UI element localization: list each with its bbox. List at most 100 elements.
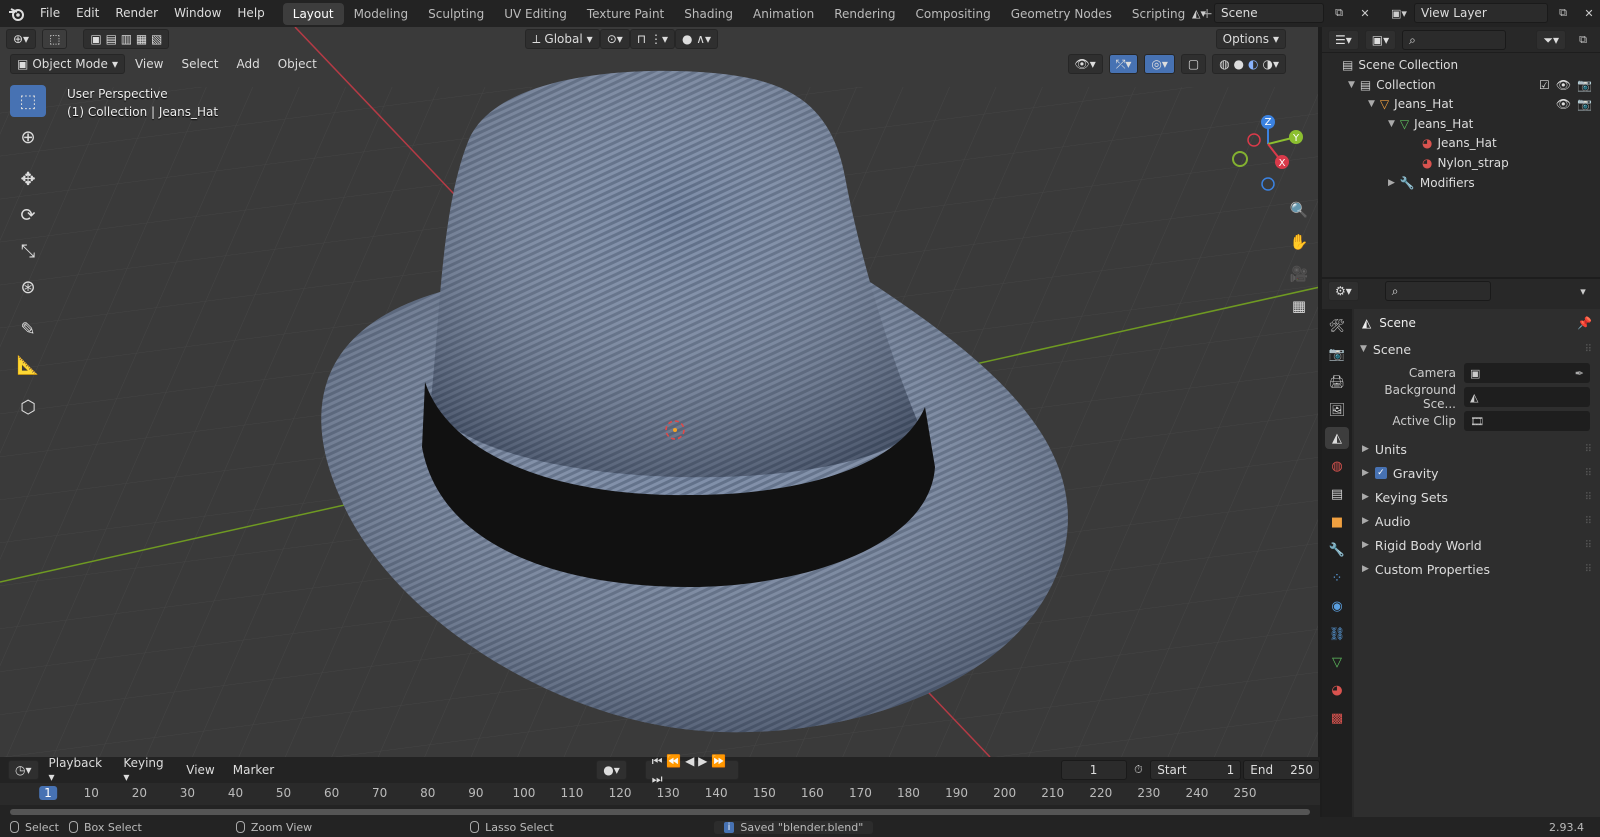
viewport-menu-add[interactable]: Add bbox=[228, 57, 267, 71]
tab-texture-paint[interactable]: Texture Paint bbox=[577, 3, 674, 25]
blender-logo-icon[interactable] bbox=[0, 0, 32, 27]
filter-icon[interactable]: ⏷▾ bbox=[1536, 29, 1566, 50]
select-tool-mode-icon[interactable]: ⬚ bbox=[42, 29, 68, 49]
timeline-menu-view[interactable]: View bbox=[178, 763, 222, 777]
outliner-row[interactable]: ◕ Jeans_Hat bbox=[1322, 133, 1600, 153]
tab-animation[interactable]: Animation bbox=[743, 3, 824, 25]
scene-panel-header[interactable]: ▼ Scene ⠿ bbox=[1354, 337, 1600, 361]
tab-rendering[interactable]: Rendering bbox=[824, 3, 905, 25]
expand-triangle-icon[interactable]: ▼ bbox=[1348, 75, 1355, 95]
properties-search-input[interactable]: ⌕ bbox=[1384, 281, 1491, 301]
new-view-layer-icon[interactable]: ⧉ bbox=[1552, 3, 1574, 23]
outliner-row[interactable]: ▼ ▽ Jeans_Hat 👁 📷 bbox=[1322, 94, 1600, 114]
camera-icon[interactable]: 📷 bbox=[1577, 94, 1592, 114]
subpanel-keying-sets[interactable]: ▶ Keying Sets ⠿ bbox=[1354, 485, 1600, 509]
tab-sculpting[interactable]: Sculpting bbox=[418, 3, 494, 25]
visibility-icon[interactable]: 👁▾ bbox=[1067, 54, 1103, 74]
subpanel-rigid-body-world[interactable]: ▶ Rigid Body World ⠿ bbox=[1354, 533, 1600, 557]
new-scene-icon[interactable]: ⧉ bbox=[1328, 3, 1350, 23]
menu-edit[interactable]: Edit bbox=[68, 0, 107, 27]
outliner-row[interactable]: ◕ Nylon_strap bbox=[1322, 153, 1600, 173]
new-collection-icon[interactable]: ⧉ bbox=[1572, 30, 1594, 50]
gizmo-toggle-icon[interactable]: ⤱▾ bbox=[1108, 54, 1139, 74]
timeline-menu-keying[interactable]: Keying ▾ bbox=[115, 756, 176, 784]
timeline-editor-type-icon[interactable]: ◷▾ bbox=[8, 760, 39, 780]
drag-grip-icon[interactable]: ⠿ bbox=[1585, 444, 1592, 455]
viewport-menu-select[interactable]: Select bbox=[173, 57, 226, 71]
gravity-checkbox[interactable]: ✓ bbox=[1374, 467, 1387, 479]
display-mode-icon[interactable]: ▣▾ bbox=[1364, 29, 1397, 50]
menu-render[interactable]: Render bbox=[107, 0, 166, 27]
timeline-menu-playback[interactable]: Playback ▾ bbox=[41, 756, 114, 784]
pan-hand-icon[interactable]: ✋ bbox=[1286, 229, 1312, 255]
transform-tool-icon[interactable]: ⊛ bbox=[10, 271, 46, 303]
expand-triangle-icon[interactable]: ▼ bbox=[1388, 114, 1395, 134]
move-tool-icon[interactable]: ✥ bbox=[10, 163, 46, 195]
data-tab-icon[interactable]: ▽ bbox=[1325, 651, 1349, 673]
start-frame-field[interactable]: Start 1 bbox=[1150, 760, 1242, 780]
playback-controls[interactable]: ⏮ ⏪ ◀ ▶ ⏩ ⏭ bbox=[644, 754, 739, 786]
modifier-tab-icon[interactable]: 🔧 bbox=[1325, 539, 1349, 561]
timeline-menu-marker[interactable]: Marker bbox=[225, 763, 282, 777]
rotate-tool-icon[interactable]: ⟳ bbox=[10, 199, 46, 231]
tab-compositing[interactable]: Compositing bbox=[905, 3, 1000, 25]
overlay-toggle-icon[interactable]: ◎▾ bbox=[1144, 54, 1175, 74]
prop-value-field[interactable]: 🎞 bbox=[1464, 411, 1590, 431]
select-box-tool-icon[interactable]: ⬚ bbox=[10, 85, 46, 117]
delete-scene-icon[interactable]: ✕ bbox=[1354, 3, 1376, 23]
drag-grip-icon[interactable]: ⠿ bbox=[1585, 492, 1592, 503]
camera-view-icon[interactable]: 🎥 bbox=[1286, 261, 1312, 287]
properties-options-icon[interactable]: ▾ bbox=[1572, 281, 1594, 301]
outliner-row[interactable]: ▼ ▤ Collection ☑ 👁 📷 bbox=[1322, 75, 1600, 95]
tab-uv-editing[interactable]: UV Editing bbox=[494, 3, 577, 25]
camera-icon[interactable]: 📷 bbox=[1577, 75, 1592, 95]
snap-button[interactable]: ⊓ ⋮▾ bbox=[629, 29, 675, 49]
world-tab-icon[interactable]: ◍ bbox=[1325, 455, 1349, 477]
prop-value-field[interactable]: ◭ bbox=[1464, 387, 1590, 407]
view-layer-icon[interactable]: ▣▾ bbox=[1388, 3, 1410, 23]
particles-tab-icon[interactable]: ⁘ bbox=[1325, 567, 1349, 589]
eyedropper-icon[interactable]: ✒ bbox=[1575, 367, 1584, 380]
subpanel-audio[interactable]: ▶ Audio ⠿ bbox=[1354, 509, 1600, 533]
texture-tab-icon[interactable]: ▩ bbox=[1325, 707, 1349, 729]
cursor-tool-icon[interactable]: ⊕ bbox=[10, 121, 46, 153]
properties-editor-type-icon[interactable]: ⚙▾ bbox=[1328, 281, 1359, 301]
tab-layout[interactable]: Layout bbox=[282, 2, 344, 25]
material-tab-icon[interactable]: ◕ bbox=[1325, 679, 1349, 701]
prop-value-field[interactable]: ▣ ✒ bbox=[1464, 363, 1590, 383]
mode-dropdown[interactable]: ▣ Object Mode ▾ bbox=[10, 54, 125, 74]
proportional-edit-button[interactable]: ● ∧▾ bbox=[674, 29, 719, 49]
timeline-ruler[interactable]: 1 10 20 30 40 50 60 70 80 90 100 110 120 130 140 150 160… bbox=[0, 783, 1320, 805]
collection-tab-icon[interactable]: ▤ bbox=[1325, 483, 1349, 505]
pin-icon[interactable]: 📌 bbox=[1577, 316, 1592, 330]
constraints-tab-icon[interactable]: ⛓ bbox=[1325, 623, 1349, 645]
drag-grip-icon[interactable]: ⠿ bbox=[1585, 540, 1592, 551]
shading-mode-buttons[interactable]: ◍ ● ◐ ◑▾ bbox=[1212, 54, 1286, 74]
tab-scripting[interactable]: Scripting bbox=[1122, 3, 1195, 25]
transform-orientation-dropdown[interactable]: ⟂ Global ▾ bbox=[525, 29, 600, 49]
xray-toggle-icon[interactable]: ▢ bbox=[1180, 54, 1207, 74]
render-tab-icon[interactable]: 📷 bbox=[1325, 343, 1349, 365]
drag-grip-icon[interactable]: ⠿ bbox=[1585, 564, 1592, 575]
scene-icon[interactable]: ◭▾ bbox=[1188, 3, 1210, 23]
outliner-row[interactable]: ▶ 🔧 Modifiers bbox=[1322, 173, 1600, 193]
add-cube-tool-icon[interactable]: ⬡ bbox=[10, 391, 46, 423]
scene-field[interactable]: Scene bbox=[1214, 3, 1324, 23]
drag-grip-icon[interactable]: ⠿ bbox=[1585, 344, 1592, 355]
viewport-menu-view[interactable]: View bbox=[127, 57, 171, 71]
scene-tab-icon[interactable]: ◭ bbox=[1325, 427, 1349, 449]
timeline-scrollbar[interactable] bbox=[10, 809, 1310, 815]
3d-viewport[interactable]: Z Y X ⊕▾ ⬚ ▣ ▤ ▥ ▦ ▧ ⟂ Global ▾ ⊙▾ ⊓ ⋮▾ ● … bbox=[0, 27, 1320, 757]
viewport-menu-object[interactable]: Object bbox=[270, 57, 325, 71]
drag-grip-icon[interactable]: ⠿ bbox=[1585, 516, 1592, 527]
view-layer-tab-icon[interactable]: 🖼 bbox=[1325, 399, 1349, 421]
auto-keying-icon[interactable]: ⏱ bbox=[1129, 760, 1149, 780]
menu-file[interactable]: File bbox=[32, 0, 68, 27]
selection-mode-buttons[interactable]: ▣ ▤ ▥ ▦ ▧ bbox=[83, 29, 170, 49]
tool-tab-icon[interactable]: 🛠 bbox=[1325, 315, 1349, 337]
subpanel-gravity[interactable]: ▶ ✓ Gravity ⠿ bbox=[1354, 461, 1600, 485]
expand-triangle-icon[interactable]: ▶ bbox=[1388, 173, 1395, 193]
zoom-icon[interactable]: 🔍 bbox=[1286, 197, 1312, 223]
eye-icon[interactable]: 👁 bbox=[1556, 94, 1571, 114]
menu-help[interactable]: Help bbox=[229, 0, 272, 27]
